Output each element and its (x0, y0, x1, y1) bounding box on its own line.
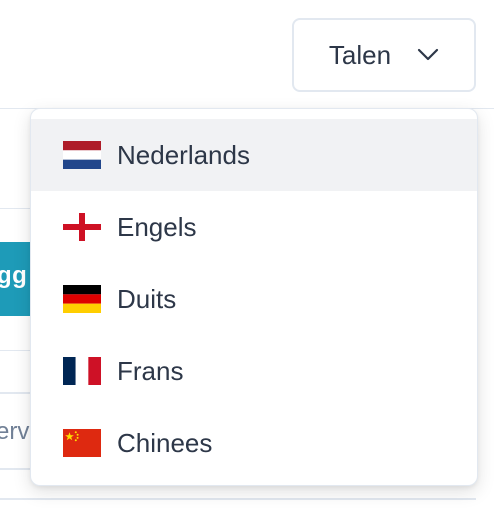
chevron-down-icon (417, 48, 439, 61)
menu-item-frans[interactable]: Frans (31, 335, 477, 407)
menu-item-nederlands[interactable]: Nederlands (31, 119, 477, 191)
language-dropdown-label: Talen (328, 39, 392, 70)
menu-item-label: Chinees (117, 427, 213, 458)
menu-item-label: Frans (117, 355, 184, 386)
menu-item-label: Nederlands (117, 139, 250, 170)
china-flag-icon (63, 429, 101, 457)
divider (0, 498, 476, 500)
england-flag-icon (63, 213, 101, 241)
menu-item-label: Duits (117, 283, 177, 314)
menu-item-label: Engels (117, 211, 197, 242)
netherlands-flag-icon (63, 141, 101, 169)
background-input-text: erv (0, 418, 30, 445)
language-dropdown-button[interactable]: Talen (292, 18, 476, 92)
background-action-button-label: gg (0, 262, 28, 289)
language-menu: Nederlands Engels Duits Frans Chinees (30, 108, 478, 486)
menu-item-duits[interactable]: Duits (31, 263, 477, 335)
menu-item-chinees[interactable]: Chinees (31, 407, 477, 479)
france-flag-icon (63, 357, 101, 385)
germany-flag-icon (63, 285, 101, 313)
menu-item-engels[interactable]: Engels (31, 191, 477, 263)
